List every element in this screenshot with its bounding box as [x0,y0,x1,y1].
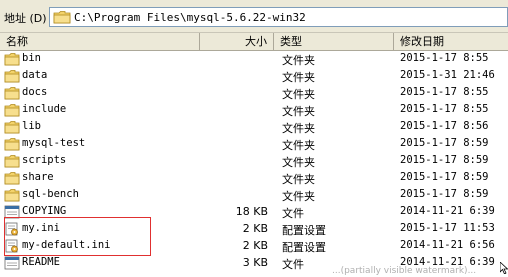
file-modified: 2015-1-17 11:53 [400,222,495,234]
address-path: C:\Program Files\mysql-5.6.22-win32 [74,11,306,24]
file-icon [4,205,20,219]
file-type: 文件夹 [282,71,315,84]
config-file-icon [4,239,20,253]
file-type: 文件夹 [282,156,315,169]
file-type: 文件夹 [282,54,315,67]
address-input[interactable]: C:\Program Files\mysql-5.6.22-win32 [49,7,508,27]
file-modified: 2015-1-17 8:56 [400,120,489,132]
file-name: share [22,171,54,183]
file-icon [4,256,20,270]
file-size: 2 KB [242,239,268,252]
file-row[interactable]: bin 文件夹 2015-1-17 8:55 [0,51,508,68]
address-bar: 地址 (D) C:\Program Files\mysql-5.6.22-win… [0,0,508,33]
file-type: 配置设置 [282,241,326,254]
file-row[interactable]: COPYING 18 KB 文件 2014-11-21 6:39 [0,204,508,221]
file-name: scripts [22,154,67,166]
column-header-modified[interactable]: 修改日期 [394,33,508,50]
folder-icon [4,137,20,151]
file-name: docs [22,86,48,98]
file-row[interactable]: share 文件夹 2015-1-17 8:59 [0,170,508,187]
folder-icon [4,154,20,168]
folder-icon [4,69,20,83]
folder-icon [4,52,20,66]
file-row[interactable]: my.ini 2 KB 配置设置 2015-1-17 11:53 [0,221,508,238]
file-size: 18 KB [235,205,268,218]
folder-icon [4,120,20,134]
column-header-type[interactable]: 类型 [274,33,394,50]
file-row[interactable]: mysql-test 文件夹 2015-1-17 8:59 [0,136,508,153]
file-row[interactable]: docs 文件夹 2015-1-17 8:55 [0,85,508,102]
file-type: 文件夹 [282,139,315,152]
column-header-name[interactable]: 名称 [0,33,200,50]
file-modified: 2015-1-17 8:55 [400,103,489,115]
file-modified: 2015-1-31 21:46 [400,69,495,81]
address-label: 地址 (D) [4,12,47,25]
file-size: 2 KB [242,222,268,235]
file-name: include [22,103,67,115]
file-row[interactable]: sql-bench 文件夹 2015-1-17 8:59 [0,187,508,204]
folder-icon [4,86,20,100]
config-file-icon [4,222,20,236]
file-name: COPYING [22,205,67,217]
file-modified: 2015-1-17 8:55 [400,52,489,64]
folder-icon [4,171,20,185]
file-modified: 2014-11-21 6:56 [400,239,495,251]
file-name: lib [22,120,41,132]
file-name: my.ini [22,222,60,234]
file-type: 文件夹 [282,105,315,118]
file-type: 文件 [282,258,304,271]
file-row[interactable]: data 文件夹 2015-1-31 21:46 [0,68,508,85]
column-header-size[interactable]: 大小 [200,33,274,50]
file-modified: 2014-11-21 6:39 [400,205,495,217]
file-name: mysql-test [22,137,86,149]
file-modified: 2015-1-17 8:55 [400,86,489,98]
file-type: 文件夹 [282,88,315,101]
file-type: 文件夹 [282,122,315,135]
file-row[interactable]: include 文件夹 2015-1-17 8:55 [0,102,508,119]
file-row[interactable]: lib 文件夹 2015-1-17 8:56 [0,119,508,136]
file-type: 文件夹 [282,190,315,203]
folder-icon [4,103,20,117]
file-name: sql-bench [22,188,79,200]
file-type: 文件夹 [282,173,315,186]
file-name: my-default.ini [22,239,111,251]
file-name: bin [22,52,41,64]
folder-icon [4,188,20,202]
column-header-row: 名称 大小 类型 修改日期 [0,33,508,51]
folder-icon [53,10,71,27]
file-name: README [22,256,60,268]
file-row[interactable]: my-default.ini 2 KB 配置设置 2014-11-21 6:56 [0,238,508,255]
file-modified: 2015-1-17 8:59 [400,188,489,200]
file-list: bin 文件夹 2015-1-17 8:55 data 文件夹 2015-1-31 21:… [0,51,508,272]
file-type: 文件 [282,207,304,220]
file-modified: 2015-1-17 8:59 [400,154,489,166]
file-type: 配置设置 [282,224,326,237]
file-modified: 2015-1-17 8:59 [400,137,489,149]
file-name: data [22,69,48,81]
file-modified: 2015-1-17 8:59 [400,171,489,183]
file-row[interactable]: scripts 文件夹 2015-1-17 8:59 [0,153,508,170]
file-size: 3 KB [242,256,268,269]
